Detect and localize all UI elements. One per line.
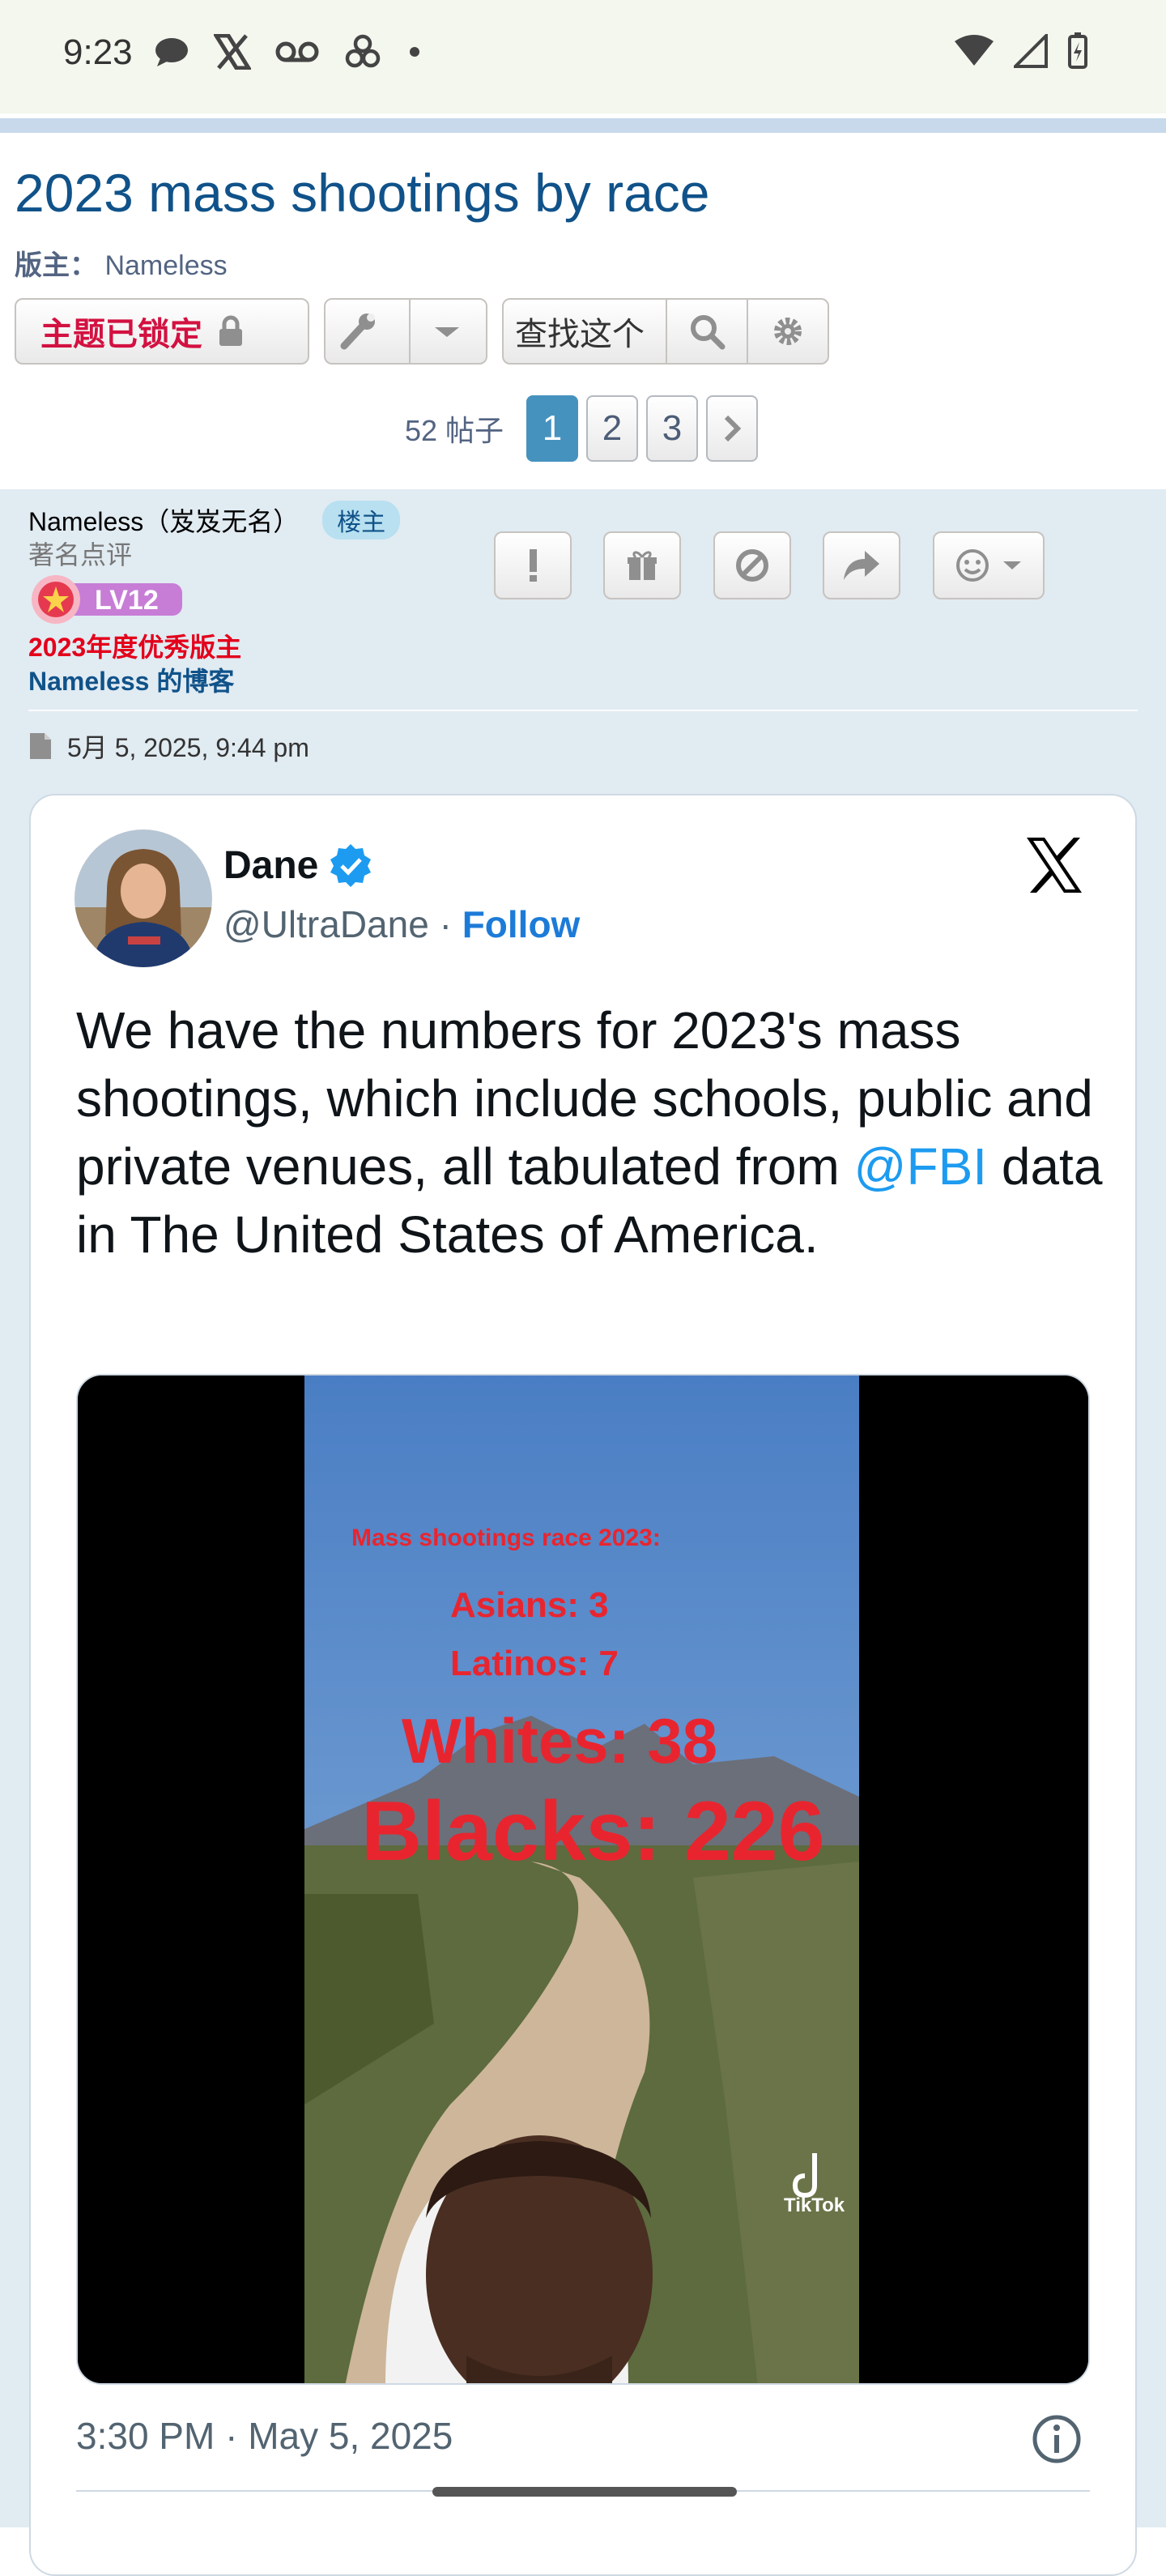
page-2-button[interactable]: 2: [586, 395, 639, 462]
report-button[interactable]: [494, 531, 572, 599]
gear-icon: [774, 318, 802, 345]
tiktok-watermark: TikTok: [784, 2194, 845, 2216]
next-page-button[interactable]: [706, 395, 759, 462]
post-divider: [28, 710, 1138, 711]
wrench-icon: [340, 313, 375, 350]
advanced-search-button[interactable]: [748, 313, 828, 350]
author-rank: 著名点评: [28, 540, 133, 569]
pagination: 52 帖子 1 2 3: [405, 395, 759, 462]
gift-button[interactable]: [603, 531, 681, 599]
moderator-name[interactable]: Nameless: [104, 250, 227, 281]
page-3-button[interactable]: 3: [646, 395, 699, 462]
tweet-text: We have the numbers for 2023's mass shoo…: [76, 996, 1113, 1269]
system-icons: [954, 32, 1088, 70]
share-button[interactable]: [823, 531, 900, 599]
ban-icon: [736, 549, 768, 582]
post-author: Nameless（岌岌无名） 楼主: [28, 501, 401, 540]
share-icon: [844, 551, 879, 580]
video-heading: Mass shootings race 2023:: [351, 1525, 661, 1551]
video-line-asians: Asians: 3: [450, 1585, 609, 1625]
search-button[interactable]: [667, 312, 747, 351]
post-date-text: 5月 5, 2025, 9:44 pm: [67, 733, 309, 762]
verified-badge-icon: [330, 844, 372, 887]
tweet-handle-line: @UltraDane · Follow: [223, 902, 580, 946]
chevron-down-icon: [435, 327, 459, 337]
moderator-label: 版主：: [15, 250, 97, 281]
tweet-handle[interactable]: @UltraDane: [223, 903, 429, 945]
x-logo-icon[interactable]: [1022, 834, 1087, 896]
battery-icon: [1068, 32, 1087, 69]
status-time: 9:23: [63, 32, 133, 72]
video-line-whites: Whites: 38: [402, 1705, 717, 1776]
author-name[interactable]: Nameless（岌岌无名）: [28, 507, 299, 536]
level-badge: LV12: [32, 575, 182, 624]
user-avatar[interactable]: [74, 830, 212, 967]
voicemail-icon: [275, 41, 319, 62]
smiley-icon: [956, 549, 989, 582]
notification-icons: [154, 32, 423, 71]
tweet-author-label: Dane: [223, 843, 319, 887]
chat-bubble-icon: [155, 38, 188, 66]
search-topic-box[interactable]: 查找这个: [502, 298, 829, 365]
video-line-latinos: Latinos: 7: [450, 1644, 619, 1683]
video-line-blacks: Blacks: 226: [361, 1785, 824, 1879]
chevron-down-icon: [1003, 561, 1021, 569]
tweet-author-name[interactable]: Dane: [223, 842, 373, 888]
topic-tools-button[interactable]: [324, 298, 487, 365]
tweet-video[interactable]: Mass shootings race 2023: Asians: 3 Lati…: [76, 1374, 1090, 2385]
moderator-line: 版主： Nameless: [15, 243, 228, 283]
topic-title[interactable]: 2023 mass shootings by race: [15, 162, 709, 224]
info-icon[interactable]: [1030, 2412, 1083, 2466]
signal-icon: [1014, 34, 1048, 68]
post-count: 52 帖子: [405, 414, 504, 447]
topic-locked-button[interactable]: 主题已锁定: [15, 298, 309, 365]
video-frame: Mass shootings race 2023: Asians: 3 Lati…: [78, 1375, 1088, 2383]
topic-locked-label: 主题已锁定: [40, 317, 202, 352]
dot-icon: [410, 47, 419, 57]
document-icon: [30, 733, 51, 759]
handle-separator: ·: [439, 903, 452, 945]
exclamation-icon: [530, 549, 537, 582]
home-indicator[interactable]: [432, 2487, 737, 2497]
blog-link[interactable]: Nameless 的博客: [28, 661, 234, 698]
award-title: 2023年度优秀版主: [28, 633, 242, 662]
chevron-right-icon: [724, 415, 742, 442]
tweet-timestamp[interactable]: 3:30 PM · May 5, 2025: [76, 2414, 453, 2458]
gift-icon: [628, 551, 657, 580]
owner-badge: 楼主: [322, 501, 401, 540]
page-1-button[interactable]: 1: [526, 395, 579, 462]
search-icon: [691, 315, 726, 350]
block-button[interactable]: [713, 531, 791, 599]
search-topic-input[interactable]: 查找这个: [504, 308, 666, 355]
follow-button[interactable]: Follow: [462, 903, 581, 945]
wifi-icon: [955, 35, 994, 66]
status-bar: 9:23: [0, 0, 1166, 113]
lock-icon: [219, 315, 242, 346]
fan-icon: [345, 34, 381, 68]
header-strip: [0, 118, 1166, 133]
x-app-icon: [214, 34, 251, 70]
post-date: 5月 5, 2025, 9:44 pm: [28, 727, 309, 765]
level-text: LV12: [95, 585, 159, 616]
reaction-button[interactable]: [933, 531, 1045, 599]
fbi-mention-link[interactable]: @FBI: [854, 1137, 988, 1196]
